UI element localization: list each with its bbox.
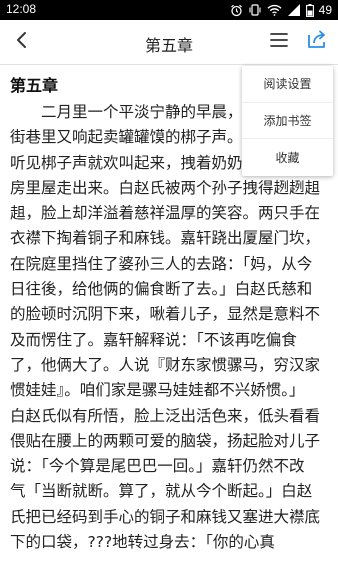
overflow-menu: 阅读设置 添加书签 收藏 — [242, 66, 333, 176]
text-line: 氏把已经码到手心的铜子和麻钱又塞进大襟底 — [10, 507, 321, 526]
text-line: 偎贴在腰上的两颗可爱的脑袋，扬起脸对儿子 — [10, 431, 321, 450]
text-line: 及而愣住了。嘉轩解释说：「不该再吃偏食 — [10, 330, 297, 349]
status-icons: 49 — [230, 3, 332, 17]
text-line: 了，他俩大了。人说『财东家惯骡马，穷汉家 — [10, 355, 321, 374]
text-line: 在院庭里挡住了婆孙三人的去路：「妈，从今 — [10, 254, 313, 273]
alarm-icon — [230, 4, 243, 17]
text-line: 说：「今个算是尾巴巴一回。」嘉轩仍然不改 — [10, 457, 305, 476]
text-line: 白赵氏似有所悟，脸上泛出活色来，低头看看 — [10, 406, 321, 425]
text-line: 气「当断就断。算了，就从今个断起。」白赵 — [10, 482, 313, 501]
menu-icon — [269, 32, 289, 52]
share-button[interactable] — [302, 26, 332, 56]
menu-button[interactable] — [264, 28, 294, 56]
menu-item-favorite[interactable]: 收藏 — [242, 139, 333, 176]
text-line: 下的口袋，???地转过身去：「你的心真 — [10, 533, 275, 552]
status-time: 12:08 — [6, 2, 37, 16]
menu-item-add-bookmark[interactable]: 添加书签 — [242, 103, 333, 140]
signal-icon — [287, 4, 301, 16]
chapter-title: 第五章 — [10, 76, 59, 95]
text-line: 惯娃娃』。咱们家是骡马娃娃都不兴娇惯。」 — [10, 381, 305, 400]
battery-level: 49 — [318, 3, 332, 17]
text-line: 房里屋走出来。白赵氏被两个孙子拽得趔趔趄 — [10, 178, 321, 197]
text-line: 衣襟下掏着铜子和麻钱。嘉轩跷出厦屋门坎， — [10, 229, 321, 248]
status-bar: 12:08 49 — [0, 0, 338, 20]
text-line: 趄，脸上却洋溢着慈祥温厚的笑容。两只手在 — [10, 204, 321, 223]
battery-icon — [305, 3, 314, 17]
vibrate-icon — [248, 4, 262, 16]
top-nav-bar: 第五章 — [0, 20, 338, 64]
wifi-icon — [267, 4, 282, 16]
share-icon — [306, 29, 328, 53]
menu-item-reading-settings[interactable]: 阅读设置 — [242, 66, 333, 103]
text-line: 日往後，给他俩的偏食断了去。」白赵氏慈和 — [10, 280, 313, 299]
text-line: 的脸顿时沉阴下来，啾着儿子，显然是意料不 — [10, 305, 321, 324]
